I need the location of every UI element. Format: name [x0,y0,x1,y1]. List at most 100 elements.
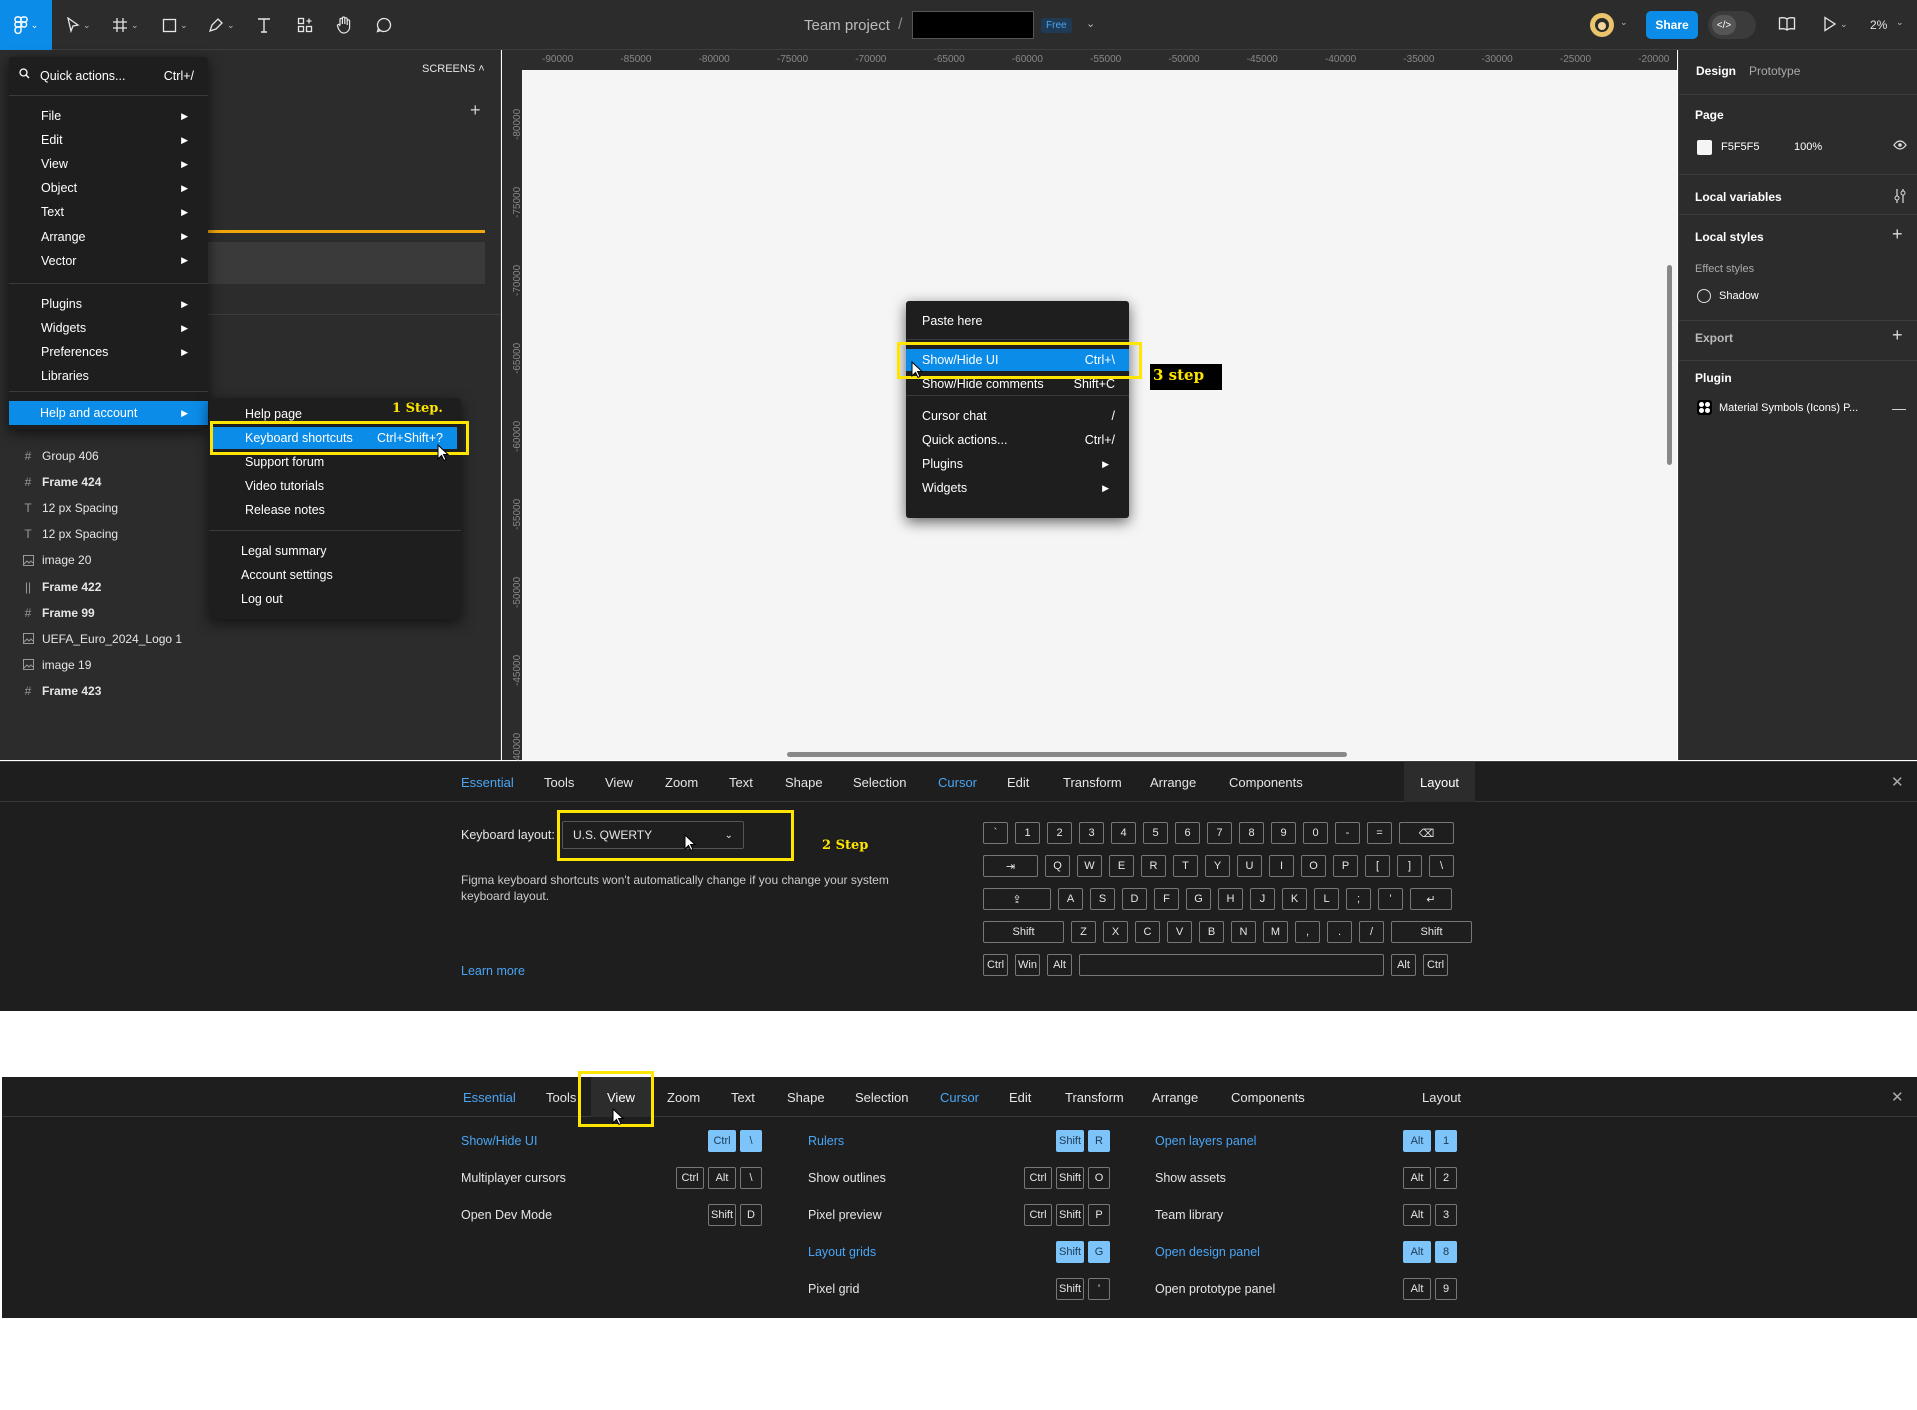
library-button[interactable] [1778,16,1796,32]
add-page-icon[interactable]: + [470,100,481,121]
menu-object[interactable]: Object ▶ [9,177,208,199]
eye-icon[interactable] [1893,138,1907,152]
tab-selection[interactable]: Selection [855,1077,908,1117]
hand-tool-button[interactable] [336,9,352,41]
tab-shape[interactable]: Shape [785,762,823,802]
tab-view[interactable]: View [605,762,633,802]
tab-components[interactable]: Components [1229,762,1303,802]
layer-label: 12 px Spacing [42,501,119,516]
chevron-down-icon: ⌄ [131,19,139,30]
menu-vector[interactable]: Vector ▶ [9,250,208,272]
tab-zoom[interactable]: Zoom [667,1077,700,1117]
page-color-swatch[interactable] [1697,140,1712,155]
tab-layout[interactable]: Layout [1422,1077,1461,1117]
layer-item[interactable]: UEFA_Euro_2024_Logo 1 [0,626,501,652]
context-widgets[interactable]: Widgets ▶ [906,477,1129,499]
tab-shape[interactable]: Shape [787,1077,825,1117]
comment-tool-button[interactable] [376,9,392,41]
menu-libraries[interactable]: Libraries [9,365,208,387]
tab-selection[interactable]: Selection [853,762,906,802]
remove-plugin-icon[interactable]: — [1892,400,1906,416]
help-menu-log-out[interactable]: Log out [209,588,461,610]
tab-essential[interactable]: Essential [463,1077,516,1117]
file-name-redacted[interactable] [912,11,1034,39]
context-cursor-chat[interactable]: Cursor chat / [906,405,1129,427]
tab-layout[interactable]: Layout [1404,762,1476,802]
dev-mode-toggle[interactable]: </> [1708,11,1756,39]
local-variables-title[interactable]: Local variables [1695,190,1782,204]
menu-preferences[interactable]: Preferences ▶ [9,341,208,363]
menu-plugins[interactable]: Plugins ▶ [9,293,208,315]
chevron-down-icon[interactable]: ⌄ [1620,17,1628,28]
shape-tool-button[interactable]: ⌄ [162,9,188,41]
present-button[interactable]: ⌄ [1823,16,1848,32]
main-menu-button[interactable]: ⌄ [0,0,52,50]
tab-tools[interactable]: Tools [546,1077,576,1117]
menu-quick-actions[interactable]: Quick actions... Ctrl+/ [9,65,208,87]
tab-arrange[interactable]: Arrange [1150,762,1196,802]
menu-arrange[interactable]: Arrange ▶ [9,226,208,248]
user-avatar[interactable] [1590,13,1614,37]
help-menu-legal-summary[interactable]: Legal summary [209,540,461,562]
tab-transform[interactable]: Transform [1065,1077,1124,1117]
learn-more-link[interactable]: Learn more [461,964,525,978]
help-menu-release-notes[interactable]: Release notes [213,499,457,521]
context-paste-here[interactable]: Paste here [906,310,1129,332]
tab-edit[interactable]: Edit [1007,762,1029,802]
tab-edit[interactable]: Edit [1009,1077,1031,1117]
move-tool-button[interactable]: ⌄ [66,9,91,41]
frame-tool-button[interactable]: ⌄ [112,9,139,41]
text-tool-button[interactable] [256,9,272,41]
canvas-vertical-scrollbar[interactable] [1667,265,1672,465]
menu-edit[interactable]: Edit ▶ [9,129,208,151]
menu-text[interactable]: Text ▶ [9,201,208,223]
resources-button[interactable] [297,9,313,41]
file-options-chevron-icon[interactable]: ⌄ [1086,17,1095,30]
shadow-style-item[interactable]: Shadow [1719,290,1759,302]
comment-icon [376,17,392,33]
help-menu-video-tutorials[interactable]: Video tutorials [213,475,457,497]
keyboard-key: W [1077,855,1102,877]
zoom-level[interactable]: 2% [1870,18,1887,32]
tab-design[interactable]: Design [1696,64,1736,78]
add-style-icon[interactable]: + [1892,224,1903,245]
share-button[interactable]: Share [1646,11,1698,39]
tab-arrange[interactable]: Arrange [1152,1077,1198,1117]
layer-item[interactable]: image 19 [0,652,501,678]
tab-cursor[interactable]: Cursor [940,1077,979,1117]
plugin-name[interactable]: Material Symbols (Icons) P... [1719,402,1858,414]
close-icon[interactable]: ✕ [1891,773,1904,791]
tab-cursor[interactable]: Cursor [938,762,977,802]
pen-tool-button[interactable]: ⌄ [208,9,235,41]
keyboard-key: E [1109,855,1134,877]
tab-tools[interactable]: Tools [544,762,574,802]
canvas-horizontal-scrollbar[interactable] [787,752,1347,757]
keyboard-key: S [1090,888,1115,910]
add-export-icon[interactable]: + [1892,325,1903,346]
close-icon[interactable]: ✕ [1891,1088,1904,1106]
project-name[interactable]: Team project [804,17,890,34]
layer-item[interactable]: # Frame 423 [0,678,501,704]
menu-help-and-account[interactable]: Help and account ▶ [9,401,208,425]
plugin-title: Plugin [1695,371,1732,385]
context-quick-actions[interactable]: Quick actions... Ctrl+/ [906,429,1129,451]
page-opacity-value[interactable]: 100% [1794,141,1822,153]
screens-pages-toggle[interactable]: SCREENS ˄ [422,63,485,75]
variables-settings-icon[interactable] [1893,188,1907,204]
tab-components[interactable]: Components [1231,1077,1305,1117]
selected-page-row[interactable] [208,242,485,284]
tab-transform[interactable]: Transform [1063,762,1122,802]
menu-widgets[interactable]: Widgets ▶ [9,317,208,339]
tab-text[interactable]: Text [731,1077,755,1117]
code-icon: </> [1712,15,1736,35]
tab-essential[interactable]: Essential [461,762,514,802]
page-color-value[interactable]: F5F5F5 [1721,141,1760,153]
menu-view[interactable]: View ▶ [9,153,208,175]
help-menu-account-settings[interactable]: Account settings [209,564,461,586]
tab-text[interactable]: Text [729,762,753,802]
tab-zoom[interactable]: Zoom [665,762,698,802]
tab-prototype[interactable]: Prototype [1749,64,1800,78]
menu-file[interactable]: File ▶ [9,105,208,127]
chevron-down-icon[interactable]: ⌄ [1896,17,1904,28]
context-plugins[interactable]: Plugins ▶ [906,453,1129,475]
